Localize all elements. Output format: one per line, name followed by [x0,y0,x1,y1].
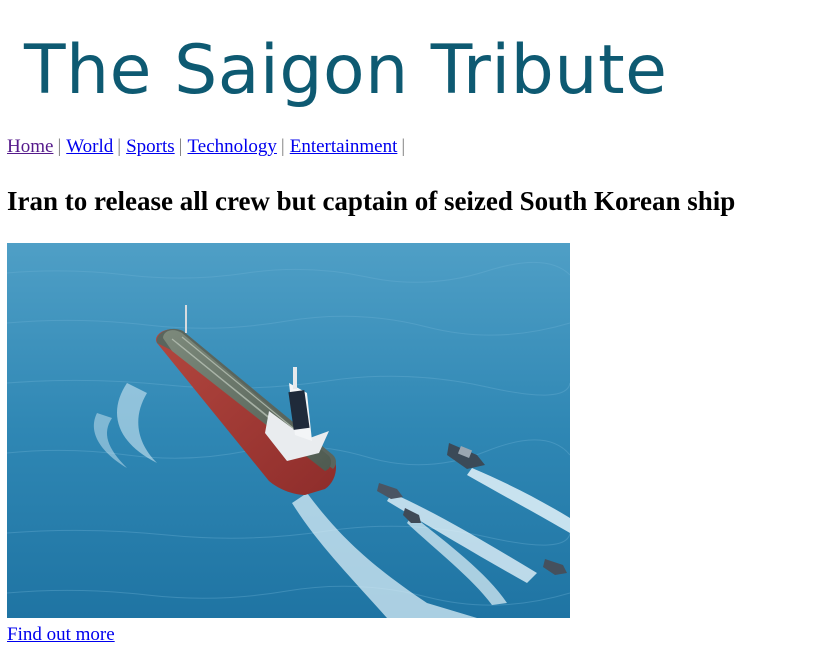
nav-link-home[interactable]: Home [7,136,53,157]
nav-separator: | [401,136,406,157]
article-photo-tanker-at-sea [7,243,570,618]
nav-separator: | [280,136,285,157]
nav-link-sports[interactable]: Sports [126,136,175,157]
nav-link-entertainment[interactable]: Entertainment [290,136,398,157]
nav-link-world[interactable]: World [66,136,113,157]
article-headline: Iran to release all crew but captain of … [7,186,736,216]
nav-separator: | [57,136,62,157]
main-navigation: Home | World | Sports | Technology | Entertainme… [7,135,410,159]
site-logo-title: The Saigon Tribute [24,31,668,110]
find-out-more-link[interactable]: Find out more [7,623,115,647]
nav-link-technology[interactable]: Technology [187,136,276,157]
nav-separator: | [178,136,183,157]
nav-separator: | [117,136,122,157]
